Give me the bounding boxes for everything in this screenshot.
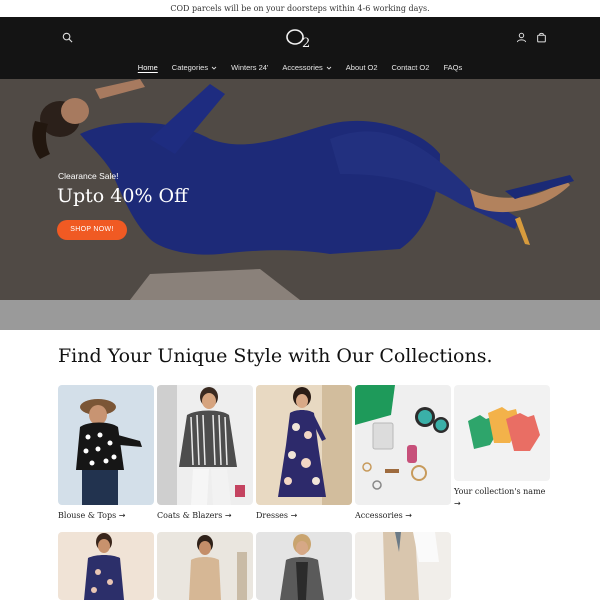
arrow-right-icon: →	[405, 511, 412, 520]
cart-icon[interactable]	[534, 30, 548, 44]
chevron-down-icon	[211, 66, 217, 70]
collection-image[interactable]	[157, 385, 253, 505]
collection-label[interactable]: Dresses →	[256, 511, 297, 520]
collection-label-text: Dresses	[256, 511, 289, 520]
announcement-bar: COD parcels will be on your doorsteps wi…	[0, 0, 600, 17]
nav-winters-label: Winters 24'	[231, 63, 269, 72]
collections-title: Find Your Unique Style with Our Collecti…	[58, 345, 493, 367]
main-nav: Home Categories Winters 24' Accessories …	[0, 63, 600, 72]
nav-contact[interactable]: Contact O2	[392, 63, 430, 72]
nav-home-label: Home	[137, 63, 158, 72]
nav-home[interactable]: Home	[138, 63, 158, 72]
hero-bottom-band	[0, 300, 600, 330]
arrow-right-icon: →	[118, 511, 126, 520]
nav-faqs-label: FAQs	[443, 63, 463, 72]
collection-label[interactable]: Your collection's name →	[454, 486, 545, 510]
collection-image[interactable]	[58, 385, 154, 505]
collection-image[interactable]	[454, 385, 550, 481]
collection-label[interactable]: Coats & Blazers →	[157, 511, 232, 520]
arrow-right-icon: →	[290, 511, 298, 520]
collection-label-text: Your collection's name	[454, 487, 546, 496]
collection-label[interactable]: Accessories →	[355, 511, 412, 520]
hero-banner: Clearance Sale! Upto 40% Off SHOP NOW!	[0, 79, 600, 300]
nav-contact-label: Contact O2	[391, 63, 430, 72]
nav-about[interactable]: About O2	[346, 63, 378, 72]
nav-about-label: About O2	[345, 63, 378, 72]
site-logo[interactable]: 2	[284, 27, 318, 51]
arrow-right-icon: →	[224, 511, 232, 520]
search-icon[interactable]	[60, 30, 74, 44]
collection-image[interactable]	[355, 385, 451, 505]
nav-accessories[interactable]: Accessories	[282, 63, 332, 72]
nav-categories[interactable]: Categories	[172, 63, 217, 72]
collection-image[interactable]	[256, 385, 352, 505]
collection-image[interactable]	[256, 532, 352, 600]
hero-title: Upto 40% Off	[57, 185, 188, 207]
account-icon[interactable]	[514, 30, 528, 44]
logo-text: 2	[302, 36, 310, 49]
collection-label[interactable]: Blouse & Tops →	[58, 511, 125, 520]
hero-subtitle: Clearance Sale!	[58, 171, 119, 181]
nav-categories-label: Categories	[171, 63, 209, 72]
collection-label-text: Blouse & Tops	[58, 511, 117, 520]
nav-faqs[interactable]: FAQs	[443, 63, 462, 72]
nav-winters[interactable]: Winters 24'	[231, 63, 268, 72]
collection-label-text: Coats & Blazers	[157, 511, 223, 520]
nav-accessories-label: Accessories	[282, 63, 323, 72]
collection-image[interactable]	[58, 532, 154, 600]
chevron-down-icon	[326, 66, 332, 70]
collection-image[interactable]	[355, 532, 451, 600]
shop-now-button[interactable]: SHOP NOW!	[57, 220, 127, 240]
collection-label-text: Accessories	[355, 511, 403, 520]
collection-image[interactable]	[157, 532, 253, 600]
site-header: 2 Home Categories Winters 24' Accessorie…	[0, 17, 600, 79]
arrow-right-icon: →	[454, 499, 461, 508]
